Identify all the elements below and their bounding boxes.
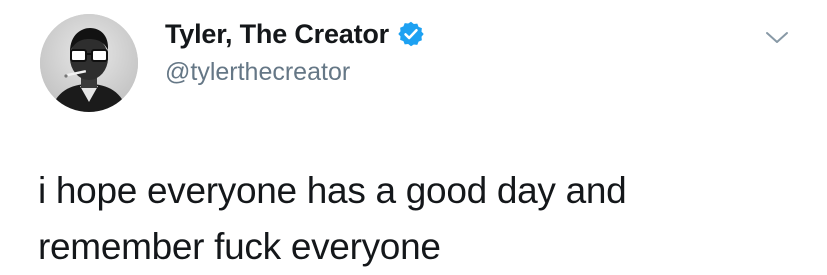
author-avatar[interactable]: [40, 14, 138, 112]
tweet-menu-button[interactable]: [762, 26, 792, 48]
author-handle[interactable]: @tylerthecreator: [165, 58, 350, 87]
profile-photo-icon: [40, 14, 138, 112]
tweet-card: Tyler, The Creator @tylerthecreator i ho…: [0, 0, 827, 275]
tweet-text-line: remember fuck everyone: [38, 226, 441, 267]
author-name-row: Tyler, The Creator: [165, 16, 425, 52]
tweet-text-line: i hope everyone has a good day and: [38, 170, 627, 211]
chevron-down-icon: [766, 32, 788, 43]
verified-badge-icon: [397, 20, 425, 48]
tweet-text: i hope everyone has a good day and remem…: [38, 163, 798, 275]
author-display-name[interactable]: Tyler, The Creator: [165, 19, 389, 50]
